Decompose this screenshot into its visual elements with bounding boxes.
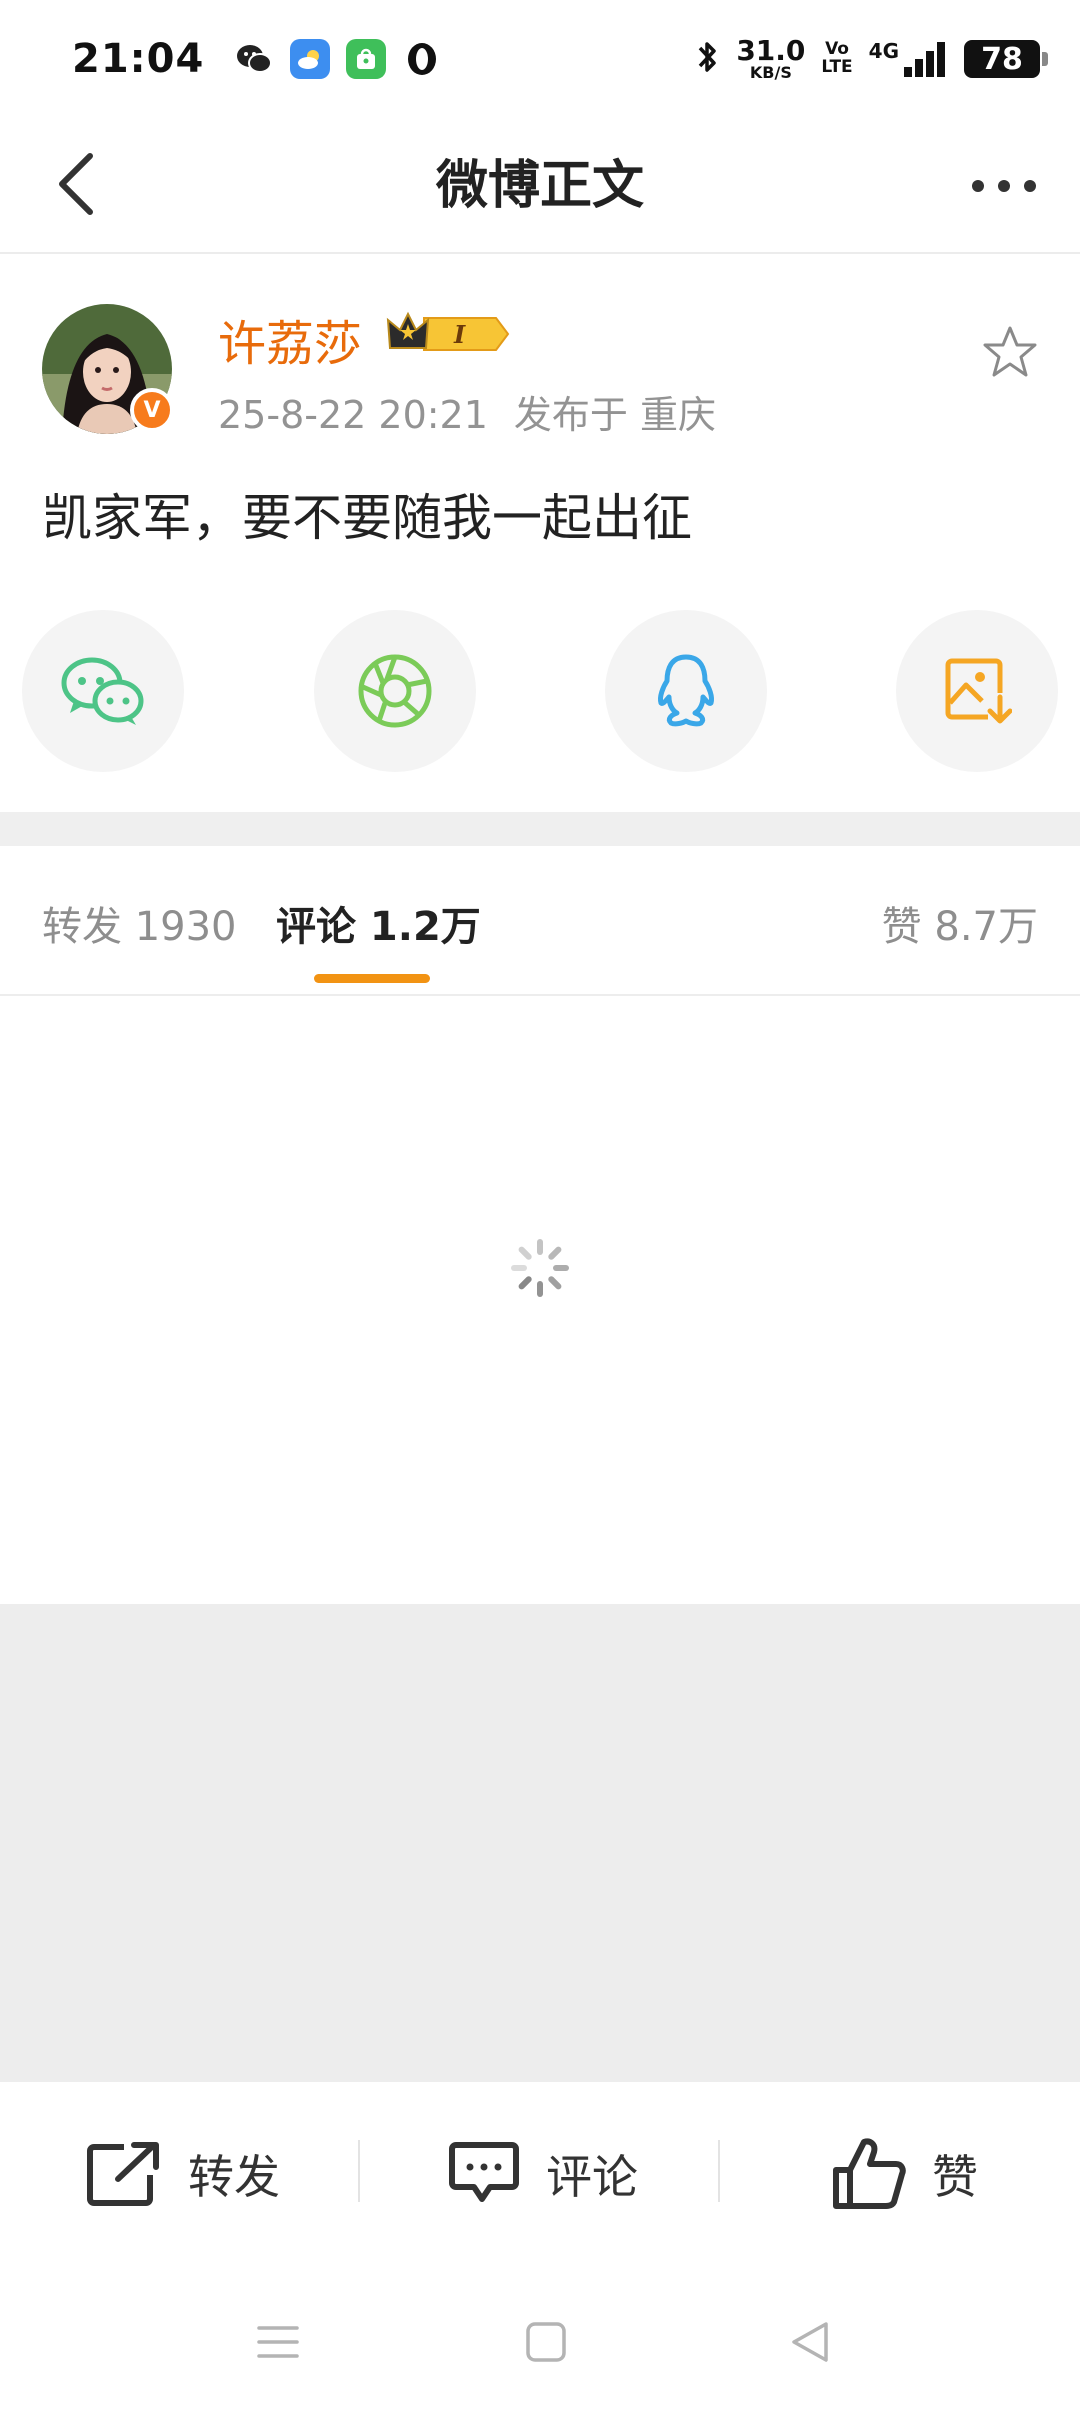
like-button[interactable]: 赞 (830, 2132, 978, 2216)
user-name[interactable]: 许荔莎 (218, 304, 362, 374)
status-time: 21:04 (72, 36, 205, 82)
moments-icon (358, 654, 432, 728)
verified-badge-icon: V (130, 388, 174, 432)
action-divider (718, 2140, 720, 2202)
save-image-icon (945, 658, 1012, 724)
back-button[interactable] (40, 148, 112, 220)
status-indicators: 31.0 KB/S Vo LTE 4G 78 (694, 37, 1048, 81)
favorite-button[interactable] (974, 316, 1046, 388)
store-app-icon (346, 39, 387, 79)
comment-button[interactable]: 评论 (446, 2132, 638, 2216)
more-options-button[interactable] (964, 154, 1044, 218)
vip-level-text: I (453, 320, 466, 349)
share-row (0, 610, 1080, 774)
post-text: 凯家军，要不要随我一起出征 (42, 489, 692, 547)
more-dot-icon (998, 180, 1010, 192)
post-location: 发布于 重庆 (513, 393, 716, 437)
menu-lines-icon (257, 2326, 299, 2358)
share-moments-button[interactable] (314, 610, 476, 772)
thumbs-up-icon (833, 2138, 906, 2209)
action-divider (358, 2140, 360, 2202)
post-card: V 许荔莎 I 25-8-22 20:21 发布于 重庆 凯家军，要不要随我一起出… (0, 256, 1080, 812)
bottom-action-bar: 转发 评论 赞 (0, 2082, 1080, 2266)
share-qq-button[interactable] (605, 610, 767, 772)
like-label: 赞 (932, 2150, 978, 2204)
weather-app-icon (290, 39, 331, 79)
home-button[interactable] (510, 2306, 582, 2378)
triangle-back-icon (792, 2322, 828, 2362)
tab-comments[interactable]: 评论 1.2万 (276, 894, 481, 952)
status-app-icons (234, 39, 442, 79)
star-icon (983, 326, 1037, 377)
loading-spinner-icon (508, 1236, 572, 1304)
wechat-icon (61, 657, 144, 725)
tab-likes[interactable]: 赞 8.7万 (882, 894, 1038, 952)
more-dot-icon (1024, 180, 1036, 192)
qq-icon (658, 654, 714, 727)
page-title: 微博正文 (435, 156, 644, 216)
share-wechat-button[interactable] (22, 610, 184, 772)
repost-button[interactable]: 转发 (84, 2132, 280, 2216)
section-divider (0, 812, 1080, 846)
wechat-notification-icon (234, 39, 274, 79)
status-bar: 21:04 31.0 KB/S Vo LTE 4G 78 (0, 0, 1080, 118)
signal-icon: 4G (869, 39, 948, 79)
browser-app-icon (402, 39, 442, 79)
back-nav-button[interactable] (774, 2306, 846, 2378)
interaction-tabs: 转发 1930 评论 1.2万 赞 8.7万 (0, 846, 1080, 996)
save-image-button[interactable] (896, 610, 1058, 772)
active-tab-indicator (314, 974, 430, 983)
post-meta: 25-8-22 20:21 发布于 重庆 (218, 384, 716, 439)
comment-icon (449, 2142, 519, 2202)
comments-list (0, 998, 1080, 1604)
repost-icon (87, 2142, 159, 2206)
network-speed: 31.0 KB/S (736, 37, 805, 81)
network-speed-value: 31.0 (736, 34, 806, 67)
post-date: 25-8-22 20:21 (218, 393, 488, 437)
system-nav-bar (0, 2266, 1080, 2412)
comment-label: 评论 (546, 2150, 638, 2204)
network-type: 4G (868, 39, 899, 63)
tab-repost[interactable]: 转发 1930 (42, 894, 237, 952)
square-home-icon (526, 2322, 566, 2362)
bluetooth-icon (694, 37, 720, 81)
network-speed-unit: KB/S (749, 63, 792, 82)
repost-label: 转发 (188, 2150, 280, 2204)
empty-background-area (0, 1604, 1080, 2082)
recent-apps-button[interactable] (242, 2306, 314, 2378)
nav-bar: 微博正文 (0, 118, 1080, 254)
more-dot-icon (972, 180, 984, 192)
volte-bottom-text: LTE (821, 57, 853, 77)
battery-indicator: 78 (964, 40, 1048, 78)
vip-crown-badge[interactable]: I (384, 308, 514, 364)
volte-indicator: Vo LTE (821, 40, 853, 77)
back-arrow-icon (59, 153, 93, 215)
